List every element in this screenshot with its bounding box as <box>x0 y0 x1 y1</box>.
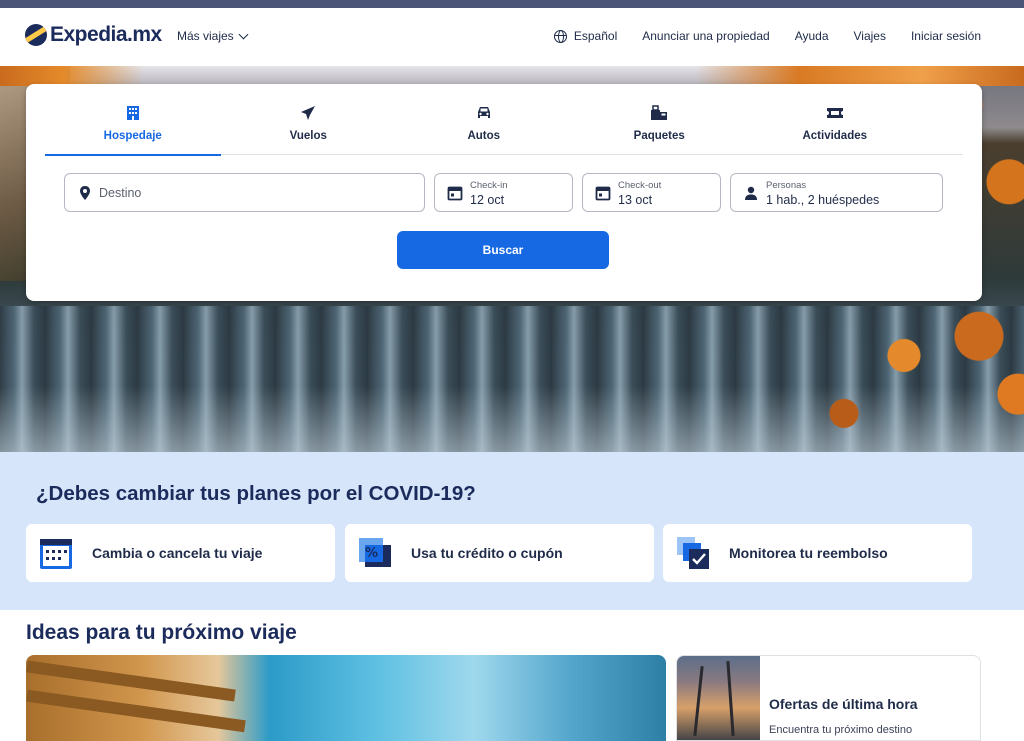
change-cancel-trip-card[interactable]: Cambia o cancela tu viaje <box>26 524 335 582</box>
sign-in-link[interactable]: Iniciar sesión <box>911 29 981 43</box>
checkout-value: 13 oct <box>618 193 653 207</box>
palm-trees-image <box>677 656 760 740</box>
map-pin-icon <box>77 185 93 201</box>
tab-hospedaje[interactable]: Hospedaje <box>45 84 221 156</box>
calendar-icon <box>595 185 611 201</box>
help-link[interactable]: Ayuda <box>795 29 829 43</box>
covid-section: ¿Debes cambiar tus planes por el COVID-1… <box>0 452 1024 610</box>
coupon-icon: % <box>357 535 393 571</box>
language-label: Español <box>573 29 618 43</box>
tab-label: Paquetes <box>633 130 685 142</box>
deals-card-title: Ofertas de última hora <box>769 696 918 712</box>
destination-placeholder: Destino <box>99 186 142 200</box>
tab-vuelos[interactable]: Vuelos <box>221 84 397 155</box>
destination-input[interactable]: Destino <box>64 173 425 212</box>
checkout-label: Check-out <box>618 180 662 191</box>
search-tabs: Hospedaje Vuelos Autos Paquetes Activida… <box>45 84 963 156</box>
expedia-logo-icon <box>25 24 47 46</box>
site-header: Expedia.mx Más viajes Español Anunciar u… <box>0 8 1024 66</box>
search-button[interactable]: Buscar <box>397 231 609 269</box>
calendar-icon <box>447 185 463 201</box>
covid-card-label: Usa tu crédito o cupón <box>411 545 563 561</box>
deals-card-subtitle: Encuentra tu próximo destino <box>769 724 913 736</box>
tab-label: Autos <box>467 130 501 142</box>
checkin-label: Check-in <box>470 180 508 191</box>
tab-autos[interactable]: Autos <box>396 84 572 155</box>
expedia-logo[interactable]: Expedia.mx <box>25 23 162 47</box>
track-refund-card[interactable]: Monitorea tu reembolso <box>663 524 972 582</box>
covid-card-label: Monitorea tu reembolso <box>729 545 888 561</box>
car-icon <box>475 104 493 122</box>
building-icon <box>124 104 142 122</box>
checkin-value: 12 oct <box>470 193 505 207</box>
calendar-icon <box>38 535 74 571</box>
checkin-date-field[interactable]: Check-in 12 oct <box>434 173 573 212</box>
plane-icon <box>299 104 317 122</box>
covid-card-label: Cambia o cancela tu viaje <box>92 545 263 561</box>
guests-value: 1 hab., 2 huéspedes <box>766 193 880 207</box>
chevron-down-icon <box>238 29 249 39</box>
list-property-link[interactable]: Anunciar una propiedad <box>642 29 769 43</box>
trips-link[interactable]: Viajes <box>854 29 886 43</box>
tab-paquetes[interactable]: Paquetes <box>572 84 748 155</box>
tab-label: Hospedaje <box>103 130 162 142</box>
more-trips-label: Más viajes <box>177 29 234 43</box>
use-credit-coupon-card[interactable]: % Usa tu crédito o cupón <box>345 524 654 582</box>
header-nav: Español Anunciar una propiedad Ayuda Via… <box>553 29 981 43</box>
package-icon <box>650 104 668 122</box>
checkout-date-field[interactable]: Check-out 13 oct <box>582 173 721 212</box>
svg-text:%: % <box>365 546 378 561</box>
person-icon <box>743 185 759 201</box>
guests-field[interactable]: Personas 1 hab., 2 huéspedes <box>730 173 943 212</box>
idea-card-featured[interactable] <box>26 655 666 741</box>
ideas-title: Ideas para tu próximo viaje <box>26 621 297 644</box>
tab-label: Vuelos <box>289 130 327 142</box>
guests-label: Personas <box>766 180 807 191</box>
tab-label: Actividades <box>802 130 868 142</box>
ticket-icon <box>826 104 844 122</box>
logo-text: Expedia.mx <box>50 23 162 46</box>
covid-title: ¿Debes cambiar tus planes por el COVID-1… <box>36 482 476 505</box>
search-form-card: Hospedaje Vuelos Autos Paquetes Activida… <box>26 84 982 301</box>
tab-actividades[interactable]: Actividades <box>747 84 923 155</box>
last-minute-deals-card[interactable]: Ofertas de última hora Encuentra tu próx… <box>676 655 981 741</box>
refund-check-icon <box>675 535 711 571</box>
top-accent-bar <box>0 0 1024 8</box>
more-trips-menu[interactable]: Más viajes <box>177 29 249 43</box>
language-selector[interactable]: Español <box>553 29 618 43</box>
globe-icon <box>553 29 567 43</box>
